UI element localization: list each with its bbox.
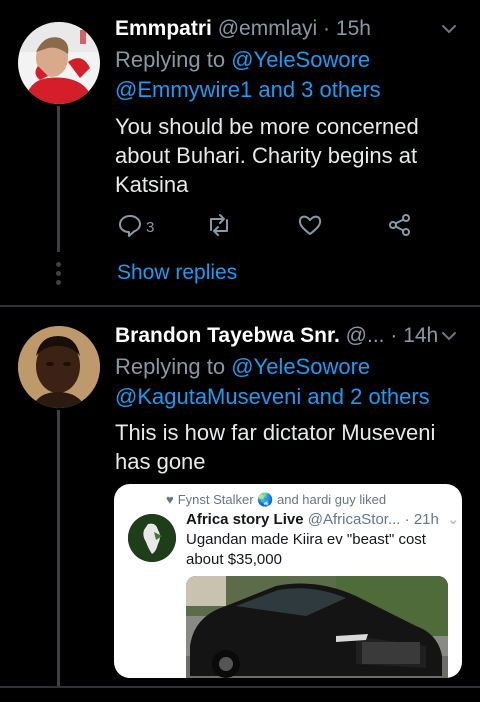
mention-link[interactable]: @YeleSowore (231, 47, 370, 72)
liked-by: ♥ Fynst Stalker 🌏 and hardi guy liked (166, 492, 386, 508)
quote-avatar (128, 514, 176, 562)
chevron-down-icon[interactable] (438, 321, 460, 351)
separator: · (390, 324, 398, 347)
heart-icon: ♥ (166, 492, 174, 507)
tweet-text: You should be more concerned about Buhar… (115, 114, 419, 197)
author-handle[interactable]: @emmlayi (218, 17, 318, 40)
author-name[interactable]: Emmpatri (115, 17, 212, 40)
quote-time: 21h (413, 511, 439, 528)
tweet[interactable]: Brandon Tayebwa Snr. @... · 14h Replying… (0, 306, 480, 686)
author-name[interactable]: Brandon Tayebwa Snr. (115, 324, 340, 347)
timestamp[interactable]: 15h (336, 17, 371, 40)
share-icon (387, 212, 413, 243)
retweet-icon (205, 212, 233, 243)
avatar[interactable] (18, 22, 100, 104)
reply-button[interactable]: 3 (117, 212, 154, 242)
quoted-tweet-image[interactable]: ♥ Fynst Stalker 🌏 and hardi guy liked Afr… (114, 484, 462, 678)
separator: · (323, 17, 331, 40)
show-replies-link[interactable]: Show replies (117, 258, 237, 288)
quote-separator: · (404, 511, 410, 528)
reply-icon (117, 212, 143, 243)
divider (0, 686, 480, 688)
thread-line (57, 106, 60, 252)
car-photo (186, 576, 448, 678)
replying-to-others: @Emmywire1 and 3 others (115, 75, 381, 105)
tweet-header: Emmpatri @emmlayi · 15h (115, 14, 460, 44)
tweet-actions: 3 (117, 212, 417, 242)
like-button[interactable] (297, 212, 323, 242)
mention-others-link[interactable]: @KagutaMuseveni and 2 others (115, 384, 430, 409)
timestamp[interactable]: 14h (403, 324, 438, 347)
mention-others-link[interactable]: @Emmywire1 and 3 others (115, 77, 381, 102)
replying-to: Replying to @YeleSowore (115, 352, 370, 382)
quote-header: Africa story Live @AfricaStor... · 21h ⌄ (186, 510, 460, 530)
replying-prefix: Replying to (115, 354, 226, 379)
replying-prefix: Replying to (115, 47, 226, 72)
chevron-down-icon: ⌄ (447, 511, 460, 528)
quote-author-name: Africa story Live (186, 511, 304, 528)
tweet-text: This is how far dictator Museveni has go… (115, 420, 436, 474)
retweet-button[interactable] (205, 212, 233, 242)
author-handle[interactable]: @... (346, 324, 385, 347)
chevron-down-icon[interactable] (438, 14, 460, 44)
quote-handle: @AfricaStor... (307, 511, 401, 528)
mention-link[interactable]: @YeleSowore (231, 354, 370, 379)
tweet[interactable]: Emmpatri @emmlayi · 15h Replying to @Yel… (0, 0, 480, 306)
quote-text: Ugandan made Kiira ev "beast" cost about… (186, 531, 426, 568)
heart-icon (297, 212, 323, 243)
thread-line (57, 410, 60, 686)
share-button[interactable] (387, 212, 413, 242)
thread-dots (56, 262, 61, 289)
replying-to: Replying to @YeleSowore (115, 45, 370, 75)
liked-by-text: Fynst Stalker 🌏 and hardi guy liked (177, 492, 387, 507)
avatar[interactable] (18, 326, 100, 408)
replying-to-others: @KagutaMuseveni and 2 others (115, 382, 430, 412)
tweet-header: Brandon Tayebwa Snr. @... · 14h (115, 321, 460, 351)
reply-count: 3 (146, 218, 155, 236)
